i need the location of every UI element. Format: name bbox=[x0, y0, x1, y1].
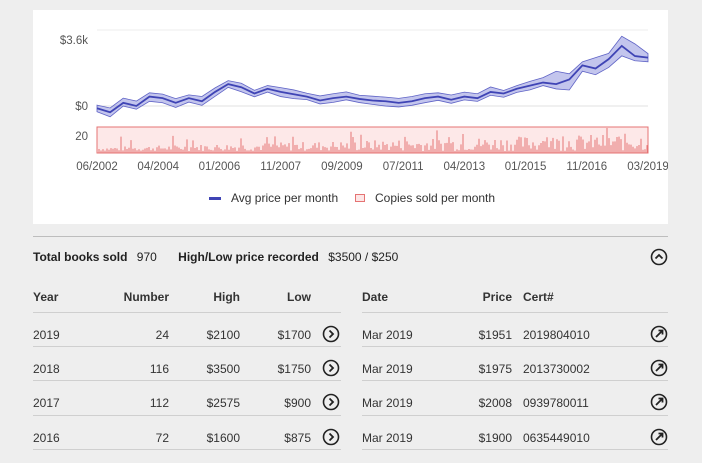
price-cell: $2008 bbox=[478, 396, 512, 410]
number-cell: 24 bbox=[155, 328, 169, 342]
legend-label-avg: Avg price per month bbox=[231, 191, 339, 205]
low-cell: $1700 bbox=[277, 328, 311, 342]
col-header-date[interactable]: Date bbox=[362, 290, 388, 304]
right-row-divider bbox=[362, 415, 668, 416]
y-tick-label: $3.6k bbox=[60, 35, 88, 47]
cert-cell: 2019804010 bbox=[523, 328, 590, 342]
left-row-divider bbox=[33, 415, 341, 416]
left-row-divider bbox=[33, 312, 341, 313]
high-low-value: $3500 / $250 bbox=[328, 250, 399, 264]
row-details-chevron-icon[interactable] bbox=[322, 428, 340, 446]
x-tick-label: 01/2015 bbox=[505, 161, 547, 173]
low-cell: $875 bbox=[284, 431, 311, 445]
x-tick-label: 01/2006 bbox=[199, 161, 241, 173]
year-cell: 2016 bbox=[33, 431, 60, 445]
year-cell: 2017 bbox=[33, 396, 60, 410]
low-cell: $1750 bbox=[277, 362, 311, 376]
col-header-number[interactable]: Number bbox=[100, 290, 169, 304]
col-header-cert[interactable]: Cert# bbox=[523, 290, 554, 304]
legend-box-swatch bbox=[355, 194, 365, 202]
price-chart: $3.6k $0 20 06/2002 04/2004 01/2006 11/2007 09/… bbox=[60, 29, 668, 173]
year-cell: 2018 bbox=[33, 362, 60, 376]
col-header-high[interactable]: High bbox=[180, 290, 240, 304]
price-cell: $1951 bbox=[478, 328, 512, 342]
x-tick-label: 03/2019 bbox=[627, 161, 668, 173]
right-row-divider bbox=[362, 346, 668, 347]
right-row-divider bbox=[362, 312, 668, 313]
right-row-divider bbox=[362, 449, 668, 450]
date-cell: Mar 2019 bbox=[362, 396, 413, 410]
left-row-divider bbox=[33, 449, 341, 450]
y-tick-label: $0 bbox=[75, 101, 88, 113]
sales-summary: Total books sold 970 High/Low price reco… bbox=[33, 250, 404, 264]
row-details-chevron-icon[interactable] bbox=[322, 359, 340, 377]
high-low-label: High/Low price recorded bbox=[178, 250, 319, 264]
right-row-divider bbox=[362, 380, 668, 381]
high-cell: $2100 bbox=[206, 328, 240, 342]
x-tick-label: 07/2011 bbox=[383, 161, 424, 173]
high-cell: $2575 bbox=[206, 396, 240, 410]
open-external-link-icon[interactable] bbox=[650, 393, 668, 411]
year-cell: 2019 bbox=[33, 328, 60, 342]
legend-item-avg[interactable]: Avg price per month bbox=[209, 191, 338, 205]
price-range-band bbox=[96, 35, 649, 118]
col-header-price[interactable]: Price bbox=[450, 290, 512, 304]
x-tick-label: 09/2009 bbox=[321, 161, 363, 173]
legend-label-copies: Copies sold per month bbox=[375, 191, 496, 205]
price-chart-card: $3.6k $0 20 06/2002 04/2004 01/2006 11/2007 09/… bbox=[33, 10, 668, 224]
x-tick-label: 11/2007 bbox=[260, 161, 301, 173]
left-row-divider bbox=[33, 346, 341, 347]
cert-cell: 0939780011 bbox=[523, 396, 589, 410]
date-cell: Mar 2019 bbox=[362, 431, 413, 445]
number-cell: 72 bbox=[155, 431, 169, 445]
x-tick-label: 11/2016 bbox=[566, 161, 607, 173]
left-row-divider bbox=[33, 380, 341, 381]
price-cell: $1900 bbox=[478, 431, 512, 445]
copies-band bbox=[96, 126, 649, 154]
total-books-label: Total books sold bbox=[33, 250, 128, 264]
legend-item-copies[interactable]: Copies sold per month bbox=[355, 191, 495, 205]
divider bbox=[33, 236, 668, 237]
legend-line-swatch bbox=[209, 196, 221, 200]
total-books-value: 970 bbox=[136, 250, 157, 264]
open-external-link-icon[interactable] bbox=[650, 359, 668, 377]
number-cell: 116 bbox=[149, 362, 169, 376]
y-tick-label: 20 bbox=[75, 131, 88, 143]
collapse-chevron-up-icon[interactable] bbox=[650, 248, 668, 266]
x-tick-label: 06/2002 bbox=[76, 161, 118, 173]
number-cell: 112 bbox=[149, 396, 169, 410]
date-cell: Mar 2019 bbox=[362, 328, 413, 342]
x-tick-label: 04/2004 bbox=[137, 161, 179, 173]
col-header-low[interactable]: Low bbox=[250, 290, 311, 304]
high-cell: $1600 bbox=[206, 431, 240, 445]
x-tick-label: 04/2013 bbox=[444, 161, 486, 173]
low-cell: $900 bbox=[284, 396, 311, 410]
chart-legend: Avg price per month Copies sold per mont… bbox=[33, 191, 668, 211]
cert-cell: 0635449010 bbox=[523, 431, 590, 445]
row-details-chevron-icon[interactable] bbox=[322, 393, 340, 411]
open-external-link-icon[interactable] bbox=[650, 325, 668, 343]
date-cell: Mar 2019 bbox=[362, 362, 413, 376]
price-cell: $1975 bbox=[478, 362, 512, 376]
row-details-chevron-icon[interactable] bbox=[322, 325, 340, 343]
cert-cell: 2013730002 bbox=[523, 362, 590, 376]
col-header-year[interactable]: Year bbox=[33, 290, 58, 304]
high-cell: $3500 bbox=[206, 362, 240, 376]
open-external-link-icon[interactable] bbox=[650, 428, 668, 446]
